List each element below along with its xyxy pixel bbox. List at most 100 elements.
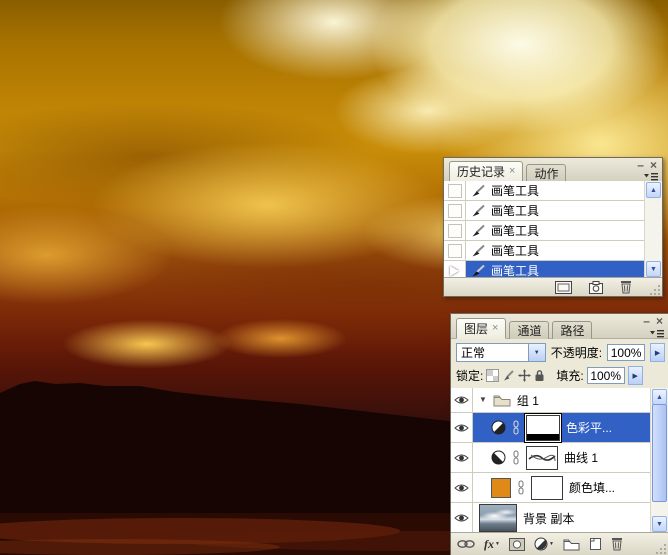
minimize-icon[interactable]: – <box>643 315 650 327</box>
fill-slider-arrow-icon[interactable]: ▶ <box>627 366 643 385</box>
panel-resize-grip[interactable] <box>650 284 661 295</box>
history-state-label: 画笔工具 <box>491 224 540 238</box>
layer-row-color-balance-selected[interactable]: 色彩平... <box>451 413 651 443</box>
new-adjustment-layer-icon[interactable]: ▼ <box>534 536 554 552</box>
visibility-eye-icon[interactable] <box>451 503 473 533</box>
tab-history[interactable]: 历史记录 × <box>449 161 524 182</box>
lock-paint-icon[interactable] <box>502 369 515 382</box>
fill-field[interactable]: 100% <box>586 367 625 384</box>
scroll-down-icon[interactable]: ▼ <box>646 261 661 277</box>
history-state-row[interactable]: 画笔工具 <box>444 221 645 241</box>
history-source-well[interactable] <box>444 221 466 240</box>
layer-list: ▼ 组 1 色彩平... 曲线 1 颜色填... 背景 副本 ▲ ▼ <box>451 388 668 533</box>
layer-image-thumbnail[interactable] <box>479 504 517 532</box>
layer-mask-thumbnail[interactable] <box>526 414 560 441</box>
layers-panel: 图层 × 通道 路径 – × 正常 ▼ 不透明度: 100% ▶ 锁定: 填充:… <box>450 313 668 555</box>
new-snapshot-icon[interactable] <box>588 279 604 295</box>
history-state-row[interactable]: 画笔工具 <box>444 201 645 221</box>
mask-link-icon[interactable] <box>512 450 520 465</box>
tab-layers[interactable]: 图层 × <box>456 318 507 339</box>
lock-row: 锁定: 填充: 100% ▶ <box>451 365 668 389</box>
visibility-eye-icon[interactable] <box>451 413 473 442</box>
scroll-up-icon[interactable]: ▲ <box>652 389 667 405</box>
new-layer-icon[interactable] <box>589 536 602 552</box>
history-state-label: 画笔工具 <box>491 184 540 198</box>
opacity-slider-arrow-icon[interactable]: ▶ <box>650 343 665 362</box>
history-state-label: 画笔工具 <box>491 244 540 258</box>
layer-row-group[interactable]: ▼ 组 1 <box>451 388 651 413</box>
tab-actions-label: 动作 <box>534 167 559 181</box>
blend-mode-value: 正常 <box>461 346 486 360</box>
tab-channels[interactable]: 通道 <box>509 321 550 339</box>
layers-window-buttons: – × <box>643 315 663 327</box>
mask-link-icon[interactable] <box>512 420 520 435</box>
fill-color-swatch[interactable] <box>491 477 511 498</box>
layers-scrollbar[interactable]: ▲ ▼ <box>650 388 668 533</box>
history-state-row[interactable]: 画笔工具 <box>444 181 645 201</box>
brush-tool-icon <box>472 204 485 217</box>
history-source-well[interactable] <box>444 201 466 220</box>
layer-row-curves[interactable]: 曲线 1 <box>451 443 651 473</box>
visibility-eye-icon[interactable] <box>451 473 473 502</box>
mask-link-icon[interactable] <box>517 480 525 495</box>
panel-resize-grip[interactable] <box>656 543 667 554</box>
history-source-well[interactable] <box>444 181 466 200</box>
history-panel: 历史记录 × 动作 – × 画笔工具 画笔工具 画笔工具 画笔工具 画笔工具 ▲… <box>443 157 663 297</box>
history-panel-header: 历史记录 × 动作 – × <box>444 158 662 182</box>
link-layers-icon[interactable] <box>457 536 475 552</box>
brush-tool-icon <box>472 224 485 237</box>
opacity-value: 100% <box>610 345 642 360</box>
scroll-up-icon[interactable]: ▲ <box>646 182 661 198</box>
tab-history-label: 历史记录 <box>457 165 506 179</box>
brush-tool-icon <box>472 264 485 277</box>
visibility-eye-icon[interactable] <box>451 388 473 412</box>
history-state-label: 画笔工具 <box>491 264 540 278</box>
history-source-well[interactable] <box>444 241 466 260</box>
history-state-row-selected[interactable]: 画笔工具 <box>444 261 645 278</box>
scrollbar-thumb[interactable] <box>652 404 667 502</box>
minimize-icon[interactable]: – <box>637 159 644 171</box>
layer-name: 背景 副本 <box>523 511 575 526</box>
lock-label: 锁定: <box>456 369 484 383</box>
group-expand-icon[interactable]: ▼ <box>479 396 487 404</box>
history-state-row[interactable]: 画笔工具 <box>444 241 645 261</box>
visibility-eye-icon[interactable] <box>451 443 473 472</box>
history-scrollbar[interactable]: ▲ ▼ <box>644 181 662 278</box>
tab-actions[interactable]: 动作 <box>526 164 567 182</box>
history-state-label: 画笔工具 <box>491 204 540 218</box>
history-panel-menu-icon[interactable] <box>643 171 659 181</box>
layer-mask-thumbnail[interactable] <box>526 445 558 470</box>
history-footer <box>444 277 662 296</box>
opacity-field[interactable]: 100% <box>607 344 646 361</box>
add-layer-mask-icon[interactable] <box>508 536 525 552</box>
blend-mode-select[interactable]: 正常 ▼ <box>456 343 546 362</box>
lock-all-icon[interactable] <box>534 369 545 382</box>
history-window-buttons: – × <box>637 159 657 171</box>
lock-transparency-icon[interactable] <box>486 369 500 382</box>
layer-name: 曲线 1 <box>564 451 599 465</box>
tab-paths[interactable]: 路径 <box>552 321 593 339</box>
history-tabs: 历史记录 × 动作 <box>449 161 567 182</box>
chevron-down-icon[interactable]: ▼ <box>527 344 545 361</box>
brush-tool-icon <box>472 244 485 257</box>
brush-tool-icon <box>472 184 485 197</box>
scroll-down-icon[interactable]: ▼ <box>652 516 667 532</box>
layer-row-color-fill[interactable]: 颜色填... <box>451 473 651 503</box>
history-state-pointer[interactable] <box>444 261 466 278</box>
layer-mask-thumbnail[interactable] <box>531 475 563 500</box>
adjustment-layer-icon <box>491 420 506 435</box>
close-icon[interactable]: × <box>656 315 663 327</box>
lock-position-icon[interactable] <box>518 369 532 382</box>
close-icon[interactable]: × <box>650 159 657 171</box>
new-group-folder-icon[interactable] <box>563 536 580 552</box>
layer-row-background-copy[interactable]: 背景 副本 <box>451 503 651 533</box>
tab-layers-close-icon[interactable]: × <box>492 323 498 334</box>
layers-panel-menu-icon[interactable] <box>649 328 665 338</box>
delete-state-trash-icon[interactable] <box>620 279 632 295</box>
new-document-from-state-icon[interactable] <box>555 279 572 295</box>
layer-style-fx-icon[interactable]: fx ▼ <box>484 536 500 552</box>
delete-layer-trash-icon[interactable] <box>611 536 623 552</box>
tab-history-close-icon[interactable]: × <box>509 166 515 177</box>
layer-name: 组 1 <box>516 393 539 408</box>
tab-layers-label: 图层 <box>464 322 489 336</box>
